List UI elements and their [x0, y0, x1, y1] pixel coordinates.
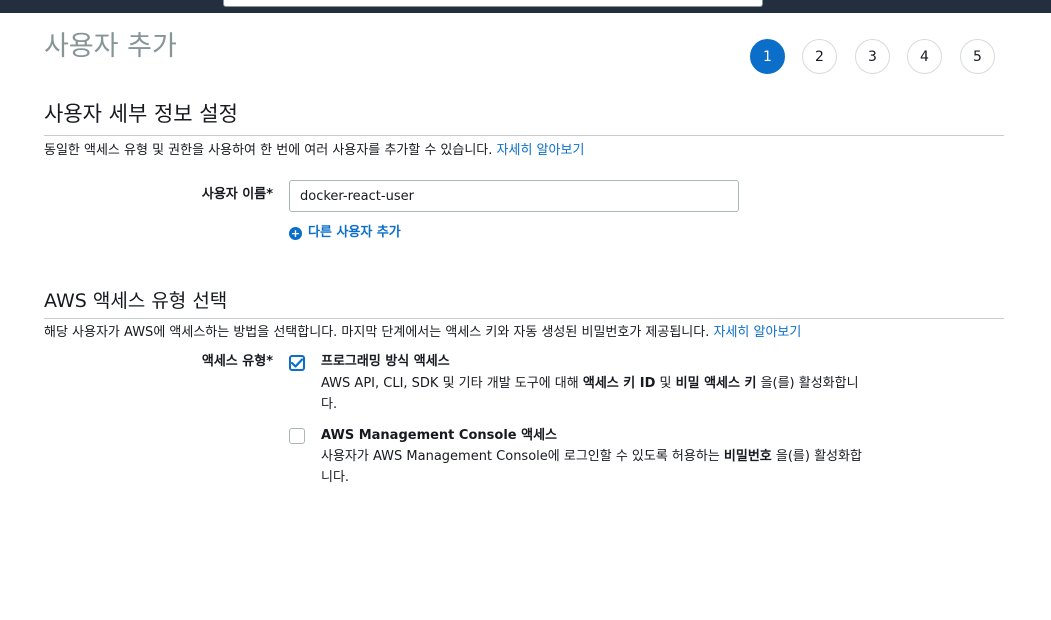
desc-bold: 비밀번호: [723, 449, 772, 464]
page-title: 사용자 추가: [44, 31, 177, 62]
programmatic-access-title: 프로그래밍 방식 액세스: [321, 354, 450, 369]
access-type-description-text: 해당 사용자가 AWS에 액세스하는 방법을 선택합니다. 마지막 단계에서는 …: [44, 325, 710, 340]
add-another-user-label: 다른 사용자 추가: [308, 225, 401, 240]
user-details-learn-more-link[interactable]: 자세히 알아보기: [497, 143, 585, 158]
console-access-description: 사용자가 AWS Management Console에 로그인할 수 있도록 …: [321, 446, 866, 488]
user-details-description-text: 동일한 액세스 유형 및 권한을 사용하여 한 번에 여러 사용자를 추가할 수…: [44, 143, 493, 158]
access-type-label: 액세스 유형*: [201, 354, 273, 369]
desc-bold: 액세스 키 ID: [582, 376, 656, 391]
section-divider: [44, 318, 1004, 319]
top-navigation-bar: [0, 0, 1051, 13]
add-another-user-button[interactable]: + 다른 사용자 추가: [289, 224, 401, 242]
user-details-section-title: 사용자 세부 정보 설정: [44, 102, 238, 126]
username-input[interactable]: [289, 180, 739, 212]
programmatic-access-description: AWS API, CLI, SDK 및 기타 개발 도구에 대해 액세스 키 I…: [321, 373, 866, 415]
access-type-description: 해당 사용자가 AWS에 액세스하는 방법을 선택합니다. 마지막 단계에서는 …: [44, 324, 801, 342]
checkmark-icon: [291, 358, 303, 368]
step-4[interactable]: 4: [907, 39, 942, 74]
console-access-checkbox[interactable]: [289, 428, 305, 444]
step-5[interactable]: 5: [960, 39, 995, 74]
access-type-learn-more-link[interactable]: 자세히 알아보기: [714, 325, 802, 340]
step-1[interactable]: 1: [750, 39, 785, 74]
desc-text: 사용자가 AWS Management Console에 로그인할 수 있도록 …: [321, 449, 724, 464]
global-search-box[interactable]: [223, 0, 763, 7]
user-details-description: 동일한 액세스 유형 및 권한을 사용하여 한 번에 여러 사용자를 추가할 수…: [44, 142, 584, 160]
access-type-section-title: AWS 액세스 유형 선택: [44, 290, 228, 312]
plus-circle-icon: +: [289, 226, 302, 240]
desc-text: 및: [655, 376, 676, 391]
section-divider: [44, 135, 1004, 136]
desc-text: AWS API, CLI, SDK 및 기타 개발 도구에 대해: [321, 376, 583, 391]
console-access-title: AWS Management Console 액세스: [321, 428, 557, 443]
username-label: 사용자 이름*: [201, 187, 273, 202]
step-3[interactable]: 3: [855, 39, 890, 74]
programmatic-access-checkbox[interactable]: [289, 355, 305, 371]
desc-bold: 비밀 액세스 키: [675, 376, 757, 391]
step-2[interactable]: 2: [802, 39, 837, 74]
